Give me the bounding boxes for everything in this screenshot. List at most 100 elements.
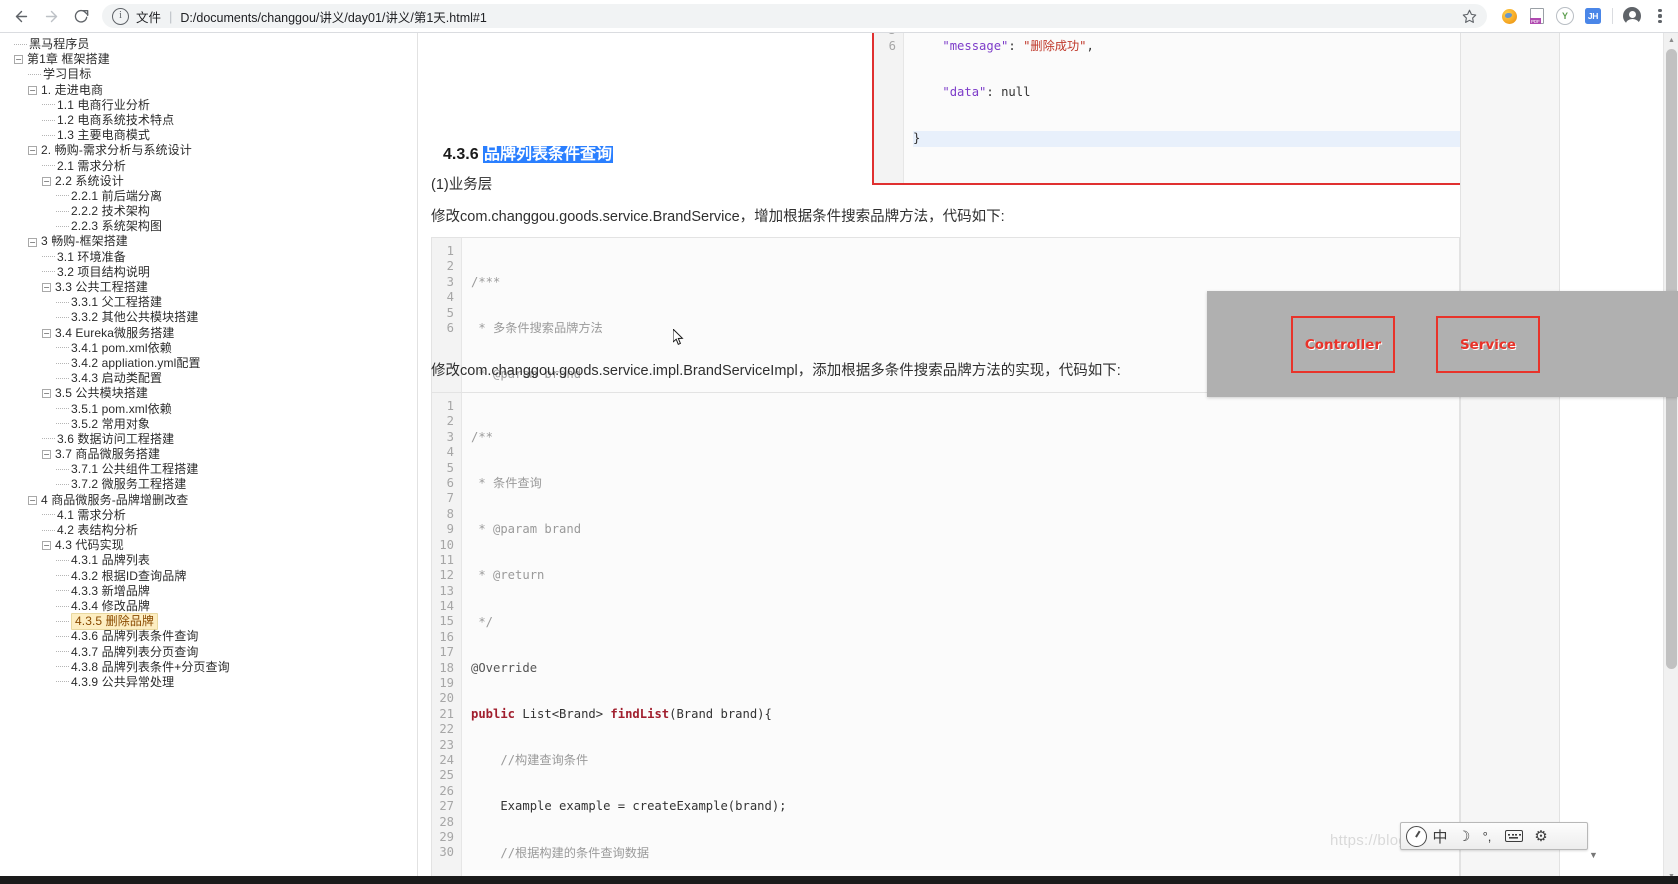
toc-item[interactable]: −1. 走进电商 <box>8 83 417 98</box>
toc-item[interactable]: 学习目标 <box>8 67 417 82</box>
toc-item-label[interactable]: 4.3.2 根据ID查询品牌 <box>71 569 186 584</box>
toc-item[interactable]: 3.5.1 pom.xml依赖 <box>8 402 417 417</box>
toc-collapse-toggle-icon[interactable]: − <box>42 450 51 460</box>
toc-item[interactable]: 3.4.1 pom.xml依赖 <box>8 341 417 356</box>
toc-item-label[interactable]: 3.7 商品微服务搭建 <box>55 447 160 462</box>
toc-item[interactable]: 黑马程序员 <box>8 37 417 52</box>
reload-icon[interactable] <box>66 1 96 31</box>
toc-item[interactable]: 1.1 电商行业分析 <box>8 98 417 113</box>
toc-item-label[interactable]: 3.4.1 pom.xml依赖 <box>71 341 172 356</box>
toc-item-label[interactable]: 3.4.2 appliation.yml配置 <box>71 356 201 371</box>
toc-item-label[interactable]: 2.2.3 系统架构图 <box>71 219 162 234</box>
jh-extension-icon[interactable]: JH <box>1579 2 1607 30</box>
toc-item-label[interactable]: 2.2.1 前后端分离 <box>71 189 162 204</box>
toc-item-label[interactable]: 4.3.5 删除品牌 <box>71 613 159 631</box>
globe-extension-icon[interactable] <box>1495 2 1523 30</box>
gear-icon[interactable]: ⚙ <box>1529 827 1553 845</box>
toc-item-label[interactable]: 4.3 代码实现 <box>55 538 124 553</box>
toc-item-label[interactable]: 2. 畅购-需求分析与系统设计 <box>41 143 192 158</box>
address-bar[interactable]: i 文件 | D:/documents/changgou/讲义/day01/讲义… <box>102 4 1487 28</box>
toc-item[interactable]: 4.3.4 修改品牌 <box>8 599 417 614</box>
floating-diagram-overlay[interactable]: Controller Service <box>1207 291 1678 397</box>
toc-item[interactable]: 3.4.2 appliation.yml配置 <box>8 356 417 371</box>
toc-item-label[interactable]: 4.3.9 公共异常处理 <box>71 675 174 690</box>
back-arrow-icon[interactable] <box>6 1 36 31</box>
toc-item[interactable]: −4.3 代码实现 <box>8 538 417 553</box>
toc-item-label[interactable]: 4.3.8 品牌列表条件+分页查询 <box>71 660 230 675</box>
toc-collapse-toggle-icon[interactable]: − <box>42 176 51 186</box>
toc-item[interactable]: 4.3.5 删除品牌 <box>8 613 417 631</box>
toc-item[interactable]: 3.1 环境准备 <box>8 250 417 265</box>
service-box[interactable]: Service <box>1436 316 1540 373</box>
toc-item[interactable]: 1.3 主要电商模式 <box>8 128 417 143</box>
toc-item-label[interactable]: 4.1 需求分析 <box>57 508 126 523</box>
toc-item-label[interactable]: 3.3.2 其他公共模块搭建 <box>71 310 198 325</box>
toc-item[interactable]: 2.2.1 前后端分离 <box>8 189 417 204</box>
forward-arrow-icon[interactable] <box>36 1 66 31</box>
toc-item[interactable]: 3.2 项目结构说明 <box>8 265 417 280</box>
controller-box[interactable]: Controller <box>1291 316 1395 373</box>
ime-mode-label[interactable]: 中 <box>1427 826 1453 847</box>
toc-item[interactable]: 2.1 需求分析 <box>8 159 417 174</box>
toc-item-label[interactable]: 3.5.2 常用对象 <box>71 417 150 432</box>
toc-item-label[interactable]: 4.3.6 品牌列表条件查询 <box>71 629 198 644</box>
toc-item[interactable]: 3.6 数据访问工程搭建 <box>8 432 417 447</box>
toc-item-label[interactable]: 3.6 数据访问工程搭建 <box>57 432 174 447</box>
punctuation-icon[interactable]: °, <box>1475 829 1499 844</box>
toc-item[interactable]: −4 商品微服务-品牌增删改查 <box>8 493 417 508</box>
toc-item[interactable]: 4.3.6 品牌列表条件查询 <box>8 629 417 644</box>
chevron-down-icon[interactable]: ▼ <box>1589 850 1598 860</box>
toc-item[interactable]: 4.3.3 新增品牌 <box>8 584 417 599</box>
toc-item[interactable]: −3.3 公共工程搭建 <box>8 280 417 295</box>
toc-collapse-toggle-icon[interactable]: − <box>42 328 51 338</box>
toc-item-label[interactable]: 3.1 环境准备 <box>57 250 126 265</box>
toc-item[interactable]: −3.5 公共模块搭建 <box>8 386 417 401</box>
toc-item[interactable]: 4.2 表结构分析 <box>8 523 417 538</box>
toc-item-label[interactable]: 黑马程序员 <box>29 37 90 52</box>
toc-item-label[interactable]: 4 商品微服务-品牌增删改查 <box>41 493 188 508</box>
code-block-json-response[interactable]: 456 "message": "删除成功", "data": null } <box>872 33 1460 186</box>
toc-collapse-toggle-icon[interactable]: − <box>28 85 37 95</box>
toc-item[interactable]: 4.3.7 品牌列表分页查询 <box>8 645 417 660</box>
toc-item[interactable]: −2.2 系统设计 <box>8 174 417 189</box>
toc-item[interactable]: 4.3.1 品牌列表 <box>8 553 417 568</box>
yandex-extension-icon[interactable]: Y <box>1551 2 1579 30</box>
toc-item-label[interactable]: 3.5.1 pom.xml依赖 <box>71 402 172 417</box>
code-block-brandserviceimpl[interactable]: 1 2 3 4 5 6 7 8 9 10 11 12 13 14 15 16 17 18 19 20 21 22 23 24 2… <box>431 392 1460 884</box>
toc-item-label[interactable]: 3.7.2 微服务工程搭建 <box>71 477 186 492</box>
toc-item-label[interactable]: 2.2 系统设计 <box>55 174 124 189</box>
page-info-icon[interactable]: i <box>112 7 129 25</box>
toc-item[interactable]: 3.4.3 启动类配置 <box>8 371 417 386</box>
sogou-ime-logo-icon[interactable] <box>1406 825 1427 847</box>
bookmark-star-icon[interactable] <box>1462 9 1477 24</box>
vertical-scrollbar[interactable]: ▲ ▼ <box>1663 33 1678 884</box>
toc-item[interactable]: −2. 畅购-需求分析与系统设计 <box>8 143 417 158</box>
keyboard-icon[interactable] <box>1505 830 1523 842</box>
toc-item-label[interactable]: 3.4 Eureka微服务搭建 <box>55 326 175 341</box>
toc-item-label[interactable]: 3.7.1 公共组件工程搭建 <box>71 462 198 477</box>
toc-item-label[interactable]: 1.2 电商系统技术特点 <box>57 113 174 128</box>
toc-item-label[interactable]: 3.3 公共工程搭建 <box>55 280 148 295</box>
toc-collapse-toggle-icon[interactable]: − <box>42 541 51 551</box>
toc-item-label[interactable]: 学习目标 <box>43 67 91 82</box>
toc-item-label[interactable]: 1.3 主要电商模式 <box>57 128 150 143</box>
toc-item[interactable]: 4.1 需求分析 <box>8 508 417 523</box>
toc-collapse-toggle-icon[interactable]: − <box>42 389 51 399</box>
toc-collapse-toggle-icon[interactable]: − <box>14 55 23 65</box>
toc-item[interactable]: 3.3.1 父工程搭建 <box>8 295 417 310</box>
toc-item-label[interactable]: 3.2 项目结构说明 <box>57 265 150 280</box>
toc-item-label[interactable]: 4.3.4 修改品牌 <box>71 599 150 614</box>
toc-item[interactable]: 2.2.2 技术架构 <box>8 204 417 219</box>
toc-item-label[interactable]: 第1章 框架搭建 <box>27 52 110 67</box>
toc-collapse-toggle-icon[interactable]: − <box>28 495 37 505</box>
toc-item[interactable]: −3.4 Eureka微服务搭建 <box>8 326 417 341</box>
toc-collapse-toggle-icon[interactable]: − <box>28 237 37 247</box>
toc-item-label[interactable]: 4.3.3 新增品牌 <box>71 584 150 599</box>
toc-item[interactable]: −3.7 商品微服务搭建 <box>8 447 417 462</box>
toc-item[interactable]: 3.7.2 微服务工程搭建 <box>8 477 417 492</box>
toc-item-label[interactable]: 3 畅购-框架搭建 <box>41 234 128 249</box>
code-text[interactable]: "message": "删除成功", "data": null } <box>904 33 1460 183</box>
toc-item[interactable]: 4.3.2 根据ID查询品牌 <box>8 569 417 584</box>
toc-item[interactable]: −3 畅购-框架搭建 <box>8 234 417 249</box>
moon-icon[interactable]: ☽ <box>1453 828 1475 845</box>
